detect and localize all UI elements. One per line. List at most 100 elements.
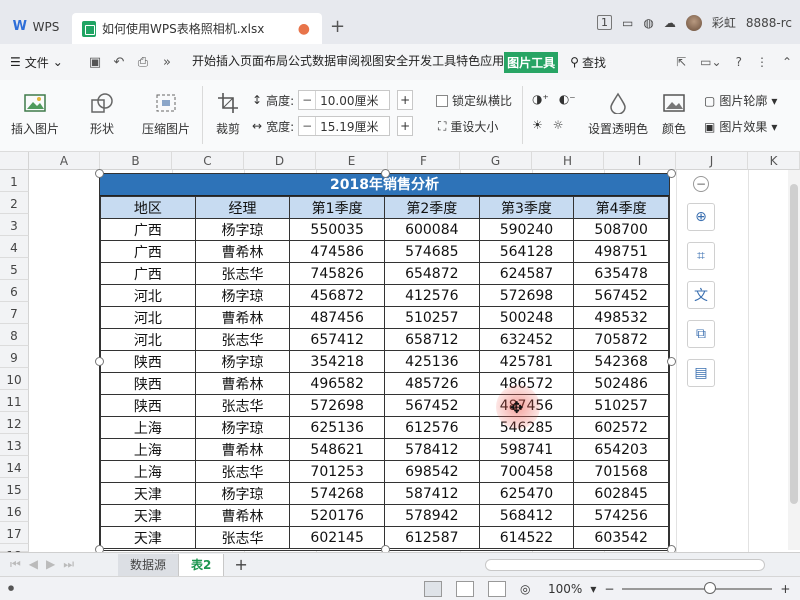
menu-item-data[interactable]: 数据	[312, 52, 336, 73]
resize-handle-right[interactable]	[667, 357, 676, 366]
shape-button[interactable]: 形状	[82, 90, 122, 137]
menu-item-developer[interactable]: 开发工具	[408, 52, 456, 73]
decrease-contrast-icon[interactable]: ☼	[553, 118, 564, 132]
sheet-tab-source[interactable]: 数据源	[118, 553, 180, 576]
macro-record-icon[interactable]: ⏺	[0, 581, 14, 596]
zoom-in-button[interactable]: +	[780, 582, 790, 596]
select-all-corner[interactable]	[0, 152, 29, 170]
help-button[interactable]: ?	[736, 55, 742, 69]
new-tab-button[interactable]: +	[330, 16, 345, 37]
picture-effects-button[interactable]: ▣ 图片效果 ▾	[704, 118, 777, 135]
normal-view-icon[interactable]	[424, 580, 442, 597]
picture-to-text-icon[interactable]: 文	[687, 281, 715, 309]
compress-picture-button[interactable]: 压缩图片	[140, 90, 192, 137]
resize-handle-top-left[interactable]	[95, 169, 104, 178]
increase-brightness-icon[interactable]: ◑⁺	[532, 92, 549, 106]
undo-icon[interactable]: ↶	[110, 53, 128, 71]
eye-protection-icon[interactable]: ◎	[520, 582, 530, 596]
sheet-tab-table2[interactable]: 表2	[179, 553, 225, 576]
increase-contrast-icon[interactable]: ☀	[532, 118, 543, 132]
column-header-a[interactable]: A	[29, 152, 100, 170]
document-tab[interactable]: 如何使用WPS表格照相机.xlsx ●	[72, 13, 322, 44]
collapse-toolbar-icon[interactable]: −	[693, 176, 709, 192]
height-value[interactable]: 10.00厘米	[316, 92, 389, 109]
search-button[interactable]: ⚲ 查找	[570, 54, 606, 71]
height-field[interactable]: − 10.00厘米	[298, 90, 391, 110]
reset-size-button[interactable]: ⛶ 重设大小	[438, 118, 498, 135]
resize-handle-top[interactable]	[381, 169, 390, 178]
decrease-brightness-icon[interactable]: ◐⁻	[559, 92, 576, 106]
width-decrease-button[interactable]: −	[299, 119, 315, 133]
user-avatar[interactable]	[685, 14, 702, 31]
row-header[interactable]: 8	[0, 324, 29, 346]
width-value[interactable]: 15.19厘米	[316, 118, 389, 135]
height-increase-button[interactable]: +	[397, 90, 414, 110]
column-header-i[interactable]: I	[604, 152, 676, 170]
collapse-ribbon-icon[interactable]: ⌃	[782, 55, 792, 69]
vertical-scroll-thumb[interactable]	[790, 184, 798, 504]
row-header[interactable]: 17	[0, 522, 29, 544]
vertical-scrollbar[interactable]	[788, 170, 800, 550]
crop-picture-icon[interactable]: ⌗	[687, 242, 715, 270]
share-icon[interactable]: ⇱	[676, 55, 686, 69]
page-layout-view-icon[interactable]	[488, 580, 506, 597]
row-header[interactable]: 11	[0, 390, 29, 412]
menu-item-home[interactable]: 开始	[192, 52, 216, 73]
zoom-out-button[interactable]: −	[604, 582, 614, 596]
window-count-badge[interactable]: 1	[597, 15, 613, 30]
column-header-c[interactable]: C	[172, 152, 244, 170]
skin-icon[interactable]: ◍	[643, 16, 653, 30]
column-header-e[interactable]: E	[316, 152, 388, 170]
row-header[interactable]: 16	[0, 500, 29, 522]
menu-item-special-apps[interactable]: 特色应用	[456, 52, 504, 73]
zoom-picture-icon[interactable]: ⊕	[687, 203, 715, 231]
row-header[interactable]: 7	[0, 302, 29, 324]
wps-home-tab[interactable]: W WPS	[4, 13, 68, 41]
row-header[interactable]: 15	[0, 478, 29, 500]
zoom-slider-knob[interactable]	[704, 581, 717, 594]
column-header-h[interactable]: H	[532, 152, 604, 170]
crop-button[interactable]: 裁剪	[208, 90, 248, 137]
column-header-g[interactable]: G	[460, 152, 532, 170]
tile-windows-icon[interactable]: ▭	[622, 16, 633, 30]
insert-picture-button[interactable]: 插入图片	[6, 90, 64, 137]
color-button[interactable]: 颜色	[656, 90, 692, 137]
more-chevron-icon[interactable]: »	[158, 53, 176, 71]
zoom-level[interactable]: 100%	[548, 582, 582, 596]
row-header[interactable]: 12	[0, 412, 29, 434]
menu-item-picture-tools[interactable]: 图片工具	[504, 51, 559, 73]
horizontal-scrollbar[interactable]	[485, 559, 765, 571]
set-transparent-color-button[interactable]: 设置透明色	[586, 90, 650, 137]
column-header-d[interactable]: D	[244, 152, 316, 170]
row-header[interactable]: 5	[0, 258, 29, 280]
row-header[interactable]: 6	[0, 280, 29, 302]
more-options-icon[interactable]: ▭⌄	[700, 55, 721, 69]
resize-handle-top-right[interactable]	[667, 169, 676, 178]
column-header-k[interactable]: K	[748, 152, 800, 170]
menu-item-view[interactable]: 视图	[360, 52, 384, 73]
lock-ratio-checkbox[interactable]: 锁定纵横比	[436, 92, 512, 109]
column-header-b[interactable]: B	[100, 152, 172, 170]
row-header[interactable]: 4	[0, 236, 29, 258]
picture-outline-button[interactable]: ▢ 图片轮廓 ▾	[704, 92, 777, 109]
menu-item-page-layout[interactable]: 页面布局	[240, 52, 288, 73]
column-header-f[interactable]: F	[388, 152, 460, 170]
menu-item-review[interactable]: 审阅	[336, 52, 360, 73]
resize-handle-left[interactable]	[95, 357, 104, 366]
row-header[interactable]: 9	[0, 346, 29, 368]
camera-picture[interactable]: 2018年销售分析 地区 经理 第1季度 第2季度 第3季度 第4季度 广西 杨字…	[99, 173, 670, 551]
zoom-dropdown-icon[interactable]: ▾	[590, 582, 596, 596]
row-header[interactable]: 3	[0, 214, 29, 236]
spreadsheet-grid[interactable]: A B C D E F G H I J K 1 2 3 4 5 6 7 8 9 …	[0, 152, 800, 563]
column-header-j[interactable]: J	[676, 152, 748, 170]
save-icon[interactable]: ▣	[86, 53, 104, 71]
row-header[interactable]: 14	[0, 456, 29, 478]
user-name[interactable]: 彩虹	[712, 14, 736, 31]
menu-item-security[interactable]: 安全	[384, 52, 408, 73]
unsaved-dot-icon[interactable]: ●	[298, 21, 310, 37]
print-icon[interactable]: ⎙	[134, 53, 152, 71]
add-sheet-button[interactable]: +	[224, 555, 257, 574]
row-header[interactable]: 1	[0, 170, 29, 192]
row-header[interactable]: 10	[0, 368, 29, 390]
row-header[interactable]: 13	[0, 434, 29, 456]
